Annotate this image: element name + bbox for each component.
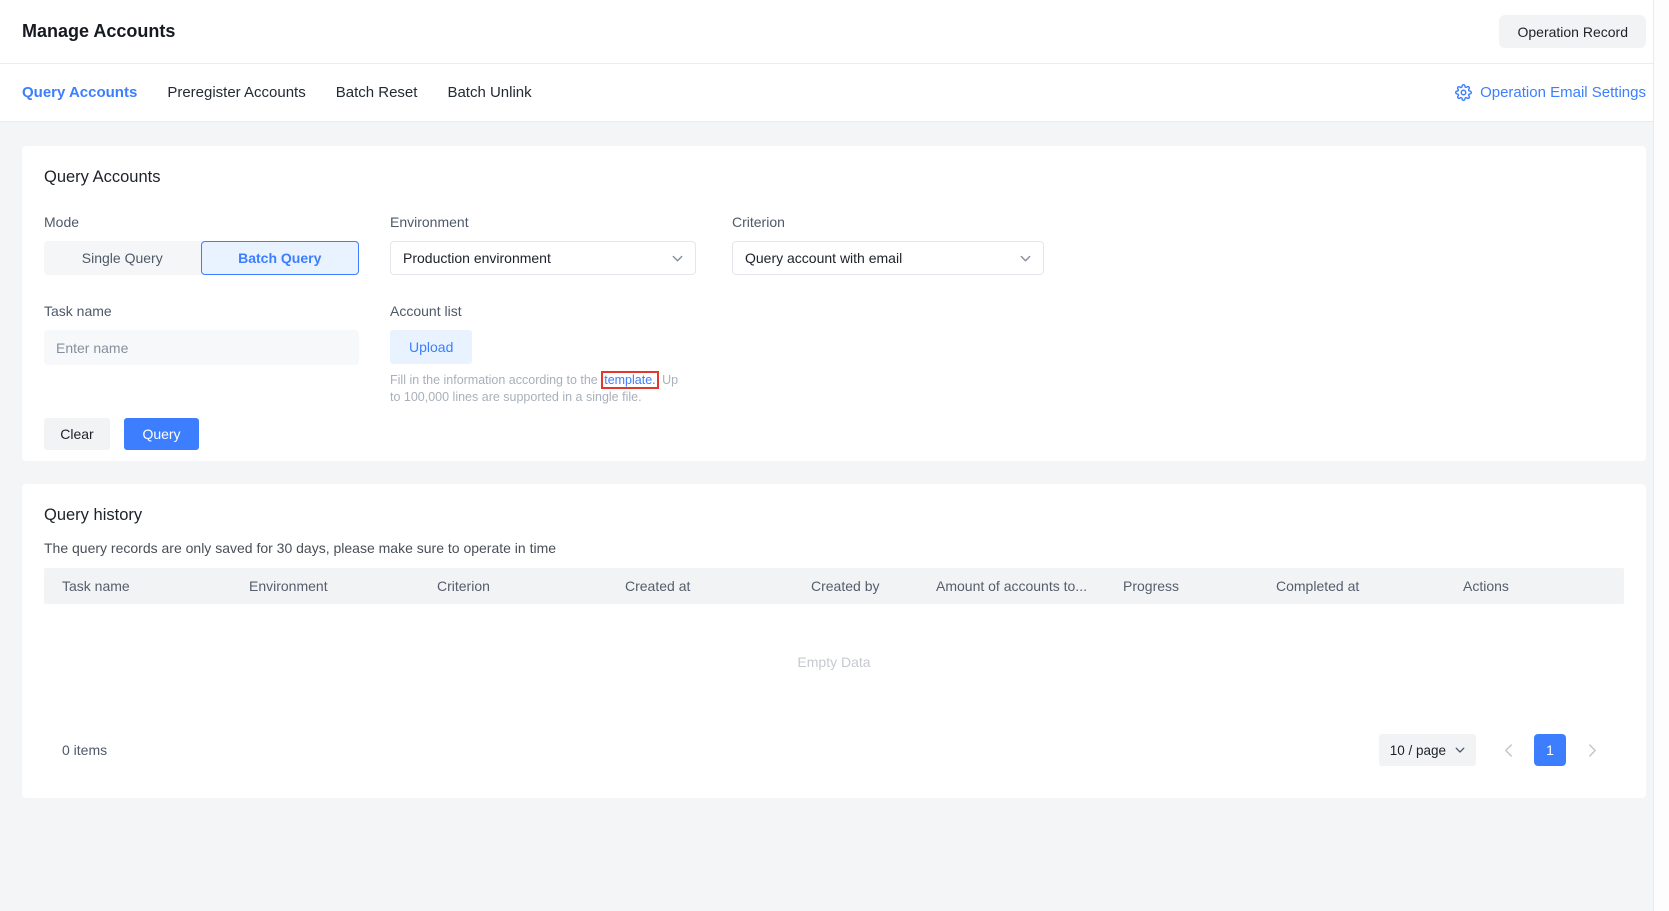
operation-email-settings-label: Operation Email Settings bbox=[1480, 84, 1646, 101]
column-header-actions: Actions bbox=[1445, 578, 1624, 594]
criterion-label: Criterion bbox=[732, 212, 1044, 232]
query-history-subtitle: The query records are only saved for 30 … bbox=[44, 538, 1624, 558]
upload-hint-before: Fill in the information according to the bbox=[390, 373, 601, 387]
empty-state: Empty Data bbox=[44, 604, 1624, 720]
previous-page-button[interactable] bbox=[1492, 734, 1524, 766]
column-header-completed-at: Completed at bbox=[1258, 578, 1445, 594]
page-size-select[interactable]: 10 / page bbox=[1379, 734, 1476, 766]
tab-batch-unlink[interactable]: Batch Unlink bbox=[447, 84, 531, 101]
main-content: Query Accounts Mode Single Query Batch Q… bbox=[0, 122, 1653, 911]
mode-option-single-query[interactable]: Single Query bbox=[44, 241, 201, 275]
chevron-right-icon bbox=[1588, 744, 1597, 757]
query-history-title: Query history bbox=[44, 504, 1624, 526]
chevron-down-icon bbox=[672, 253, 683, 264]
operation-email-settings-link[interactable]: Operation Email Settings bbox=[1455, 84, 1646, 101]
column-header-created-by: Created by bbox=[793, 578, 918, 594]
manage-accounts-page: Manage Accounts Operation Record Query A… bbox=[0, 0, 1653, 911]
task-name-label: Task name bbox=[44, 301, 359, 321]
environment-label: Environment bbox=[390, 212, 696, 232]
tab-query-accounts[interactable]: Query Accounts bbox=[22, 84, 137, 101]
environment-select[interactable]: Production environment bbox=[390, 241, 696, 275]
history-table-header: Task name Environment Criterion Created … bbox=[44, 568, 1624, 604]
query-button[interactable]: Query bbox=[124, 418, 199, 450]
template-link[interactable]: template. bbox=[604, 373, 655, 387]
mode-option-batch-query[interactable]: Batch Query bbox=[201, 241, 360, 275]
items-count: 0 items bbox=[62, 742, 107, 758]
upload-button[interactable]: Upload bbox=[390, 330, 472, 364]
query-accounts-card: Query Accounts Mode Single Query Batch Q… bbox=[22, 146, 1646, 461]
criterion-select-value: Query account with email bbox=[745, 250, 902, 266]
criterion-select[interactable]: Query account with email bbox=[732, 241, 1044, 275]
column-header-progress: Progress bbox=[1105, 578, 1258, 594]
chevron-down-icon bbox=[1455, 745, 1465, 755]
column-header-amount: Amount of accounts to... bbox=[918, 578, 1105, 594]
scrollbar[interactable] bbox=[1653, 0, 1669, 911]
annotation-red-box: template. bbox=[601, 371, 658, 389]
gear-icon bbox=[1455, 84, 1472, 101]
account-list-label: Account list bbox=[390, 301, 696, 321]
tab-bar: Query Accounts Preregister Accounts Batc… bbox=[0, 64, 1653, 122]
upload-hint: Fill in the information according to the… bbox=[390, 372, 682, 406]
environment-select-value: Production environment bbox=[403, 250, 551, 266]
mode-segmented-control: Single Query Batch Query bbox=[44, 241, 359, 275]
task-name-input[interactable] bbox=[44, 330, 359, 365]
query-accounts-title: Query Accounts bbox=[44, 166, 1624, 188]
chevron-down-icon bbox=[1020, 253, 1031, 264]
page-size-value: 10 / page bbox=[1390, 743, 1446, 758]
app-header: Manage Accounts Operation Record bbox=[0, 0, 1653, 64]
pagination-row: 0 items 10 / page 1 bbox=[44, 734, 1624, 766]
column-header-task-name: Task name bbox=[44, 578, 231, 594]
column-header-created-at: Created at bbox=[607, 578, 793, 594]
tab-preregister-accounts[interactable]: Preregister Accounts bbox=[167, 84, 305, 101]
empty-state-text: Empty Data bbox=[797, 654, 870, 670]
clear-button[interactable]: Clear bbox=[44, 418, 110, 450]
page-title: Manage Accounts bbox=[22, 21, 175, 42]
next-page-button[interactable] bbox=[1576, 734, 1608, 766]
column-header-environment: Environment bbox=[231, 578, 419, 594]
pagination-controls: 10 / page 1 bbox=[1379, 734, 1608, 766]
operation-record-button[interactable]: Operation Record bbox=[1499, 15, 1646, 48]
column-header-criterion: Criterion bbox=[419, 578, 607, 594]
page-1-button[interactable]: 1 bbox=[1534, 734, 1566, 766]
tab-batch-reset[interactable]: Batch Reset bbox=[336, 84, 418, 101]
query-history-card: Query history The query records are only… bbox=[22, 484, 1646, 798]
chevron-left-icon bbox=[1504, 744, 1513, 757]
mode-label: Mode bbox=[44, 212, 359, 232]
